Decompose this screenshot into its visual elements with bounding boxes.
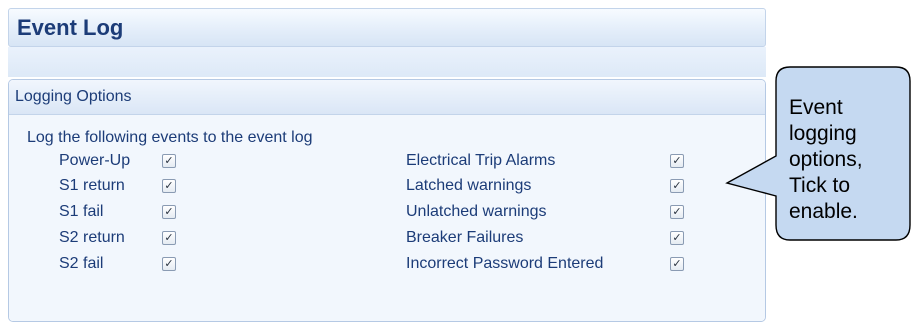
callout-line: Tick to — [789, 174, 851, 197]
callout-line: logging — [789, 122, 857, 145]
callout-line: options, — [789, 148, 863, 171]
callout-balloon — [725, 66, 911, 241]
callout-line: enable. — [789, 200, 858, 223]
callout-text: Event logging options, Tick to enable. — [789, 95, 909, 225]
callout-line: Event — [789, 96, 843, 119]
